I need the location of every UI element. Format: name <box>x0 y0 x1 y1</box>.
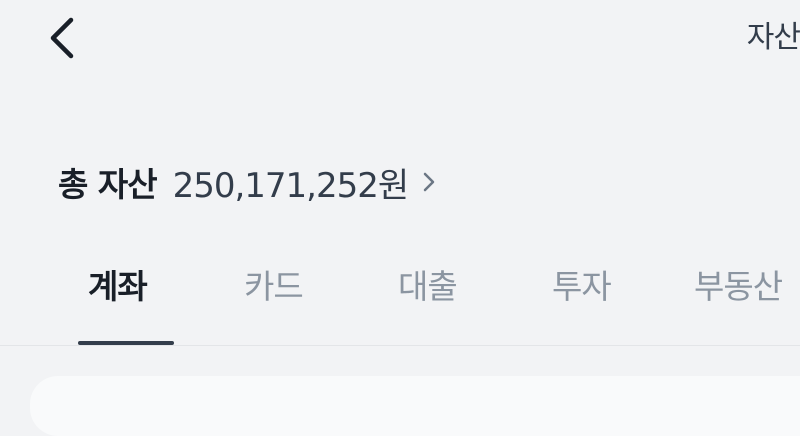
account-card <box>30 376 800 436</box>
back-button[interactable] <box>40 16 84 60</box>
chevron-left-icon <box>50 17 74 59</box>
tab-accounts[interactable]: 계좌 <box>88 255 148 319</box>
total-assets-row[interactable]: 총 자산 250,171,252원 <box>58 158 436 206</box>
page-title: 자산 <box>746 20 800 55</box>
tab-cards[interactable]: 카드 <box>244 255 304 319</box>
tab-real-estate[interactable]: 부동산 <box>694 255 783 319</box>
category-tabs: 계좌 카드 대출 투자 부동산 <box>0 255 800 319</box>
tab-divider <box>0 345 800 346</box>
tab-loans[interactable]: 대출 <box>398 255 458 319</box>
total-assets-amount: 250,171,252원 <box>172 165 410 206</box>
chevron-right-icon <box>422 170 436 194</box>
tab-investments[interactable]: 투자 <box>552 255 612 319</box>
total-assets-label: 총 자산 <box>58 165 158 204</box>
